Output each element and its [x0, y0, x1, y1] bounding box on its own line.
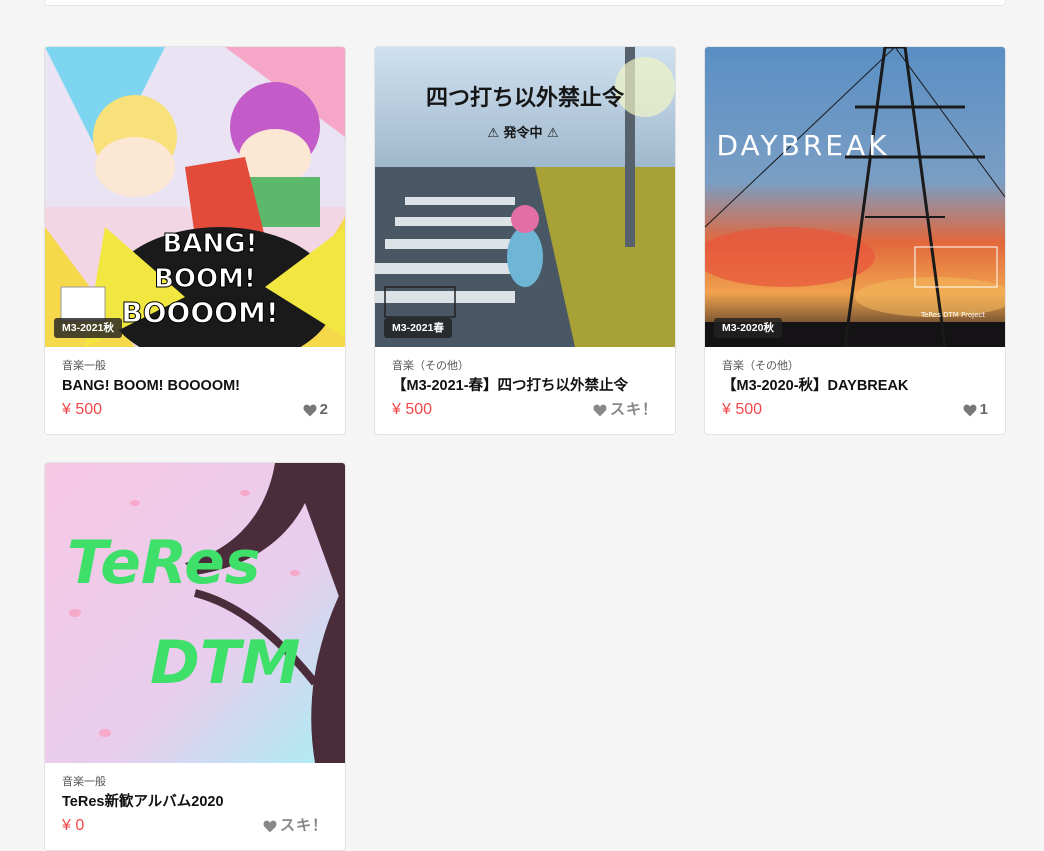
cover-subtitle-text: ⚠ 発令中 ⚠	[487, 125, 558, 141]
like-button[interactable]: 2	[303, 400, 328, 420]
product-info: 音楽一般 TeRes新歓アルバム2020 ¥ 0 スキ！	[45, 763, 345, 850]
cover-credit-text: TeRes DTM Project	[920, 311, 985, 319]
previous-card-edge	[44, 0, 1006, 6]
product-card[interactable]: TeRes DTM 音楽一般 TeRes新歓アルバム2020 ¥ 0 スキ！	[44, 462, 346, 851]
product-thumbnail[interactable]: 四つ打ち以外禁止令 ⚠ 発令中 ⚠ M3-2021春	[375, 47, 675, 347]
event-badge: M3-2020秋	[714, 318, 782, 338]
product-thumbnail[interactable]: BANG! BOOM! BOOOOM! M3-2021秋	[45, 47, 345, 347]
cover-title-text: DAYBREAK	[716, 129, 889, 162]
product-category: 音楽一般	[62, 360, 106, 372]
product-category: 音楽（その他）	[392, 360, 469, 372]
heart-icon	[963, 404, 977, 416]
product-thumbnail[interactable]: DAYBREAK TeRes DTM Project M3-2020秋	[705, 47, 1005, 347]
product-info: 音楽（その他） 【M3-2021-春】四つ打ち以外禁止令 ¥ 500 スキ！	[375, 347, 675, 434]
product-info: 音楽一般 BANG! BOOM! BOOOOM! ¥ 500 2	[45, 347, 345, 434]
product-price: ¥ 500	[722, 401, 763, 418]
heart-icon	[263, 820, 277, 832]
cover-text-boom: BOOM!	[154, 264, 256, 294]
heart-icon	[303, 404, 317, 416]
cover-text-teres: TeRes	[67, 528, 261, 598]
product-title[interactable]: 【M3-2020-秋】DAYBREAK	[722, 376, 988, 396]
product-price: ¥ 500	[62, 401, 103, 418]
heart-icon	[593, 404, 607, 416]
like-label: スキ！	[609, 401, 658, 418]
like-label: スキ！	[279, 817, 328, 834]
cover-art-daybreak: DAYBREAK TeRes DTM Project	[705, 47, 1005, 347]
product-thumbnail[interactable]: TeRes DTM	[45, 463, 345, 763]
product-card[interactable]: 四つ打ち以外禁止令 ⚠ 発令中 ⚠ M3-2021春 音楽（その他） 【M3-2…	[374, 46, 676, 435]
like-count: 1	[979, 401, 988, 418]
like-count: 2	[319, 401, 328, 418]
cover-art-teres-dtm: TeRes DTM	[45, 463, 345, 763]
product-price: ¥ 500	[392, 401, 433, 418]
product-info: 音楽（その他） 【M3-2020-秋】DAYBREAK ¥ 500 1	[705, 347, 1005, 434]
cover-art-bang-boom: BANG! BOOM! BOOOOM!	[45, 47, 345, 347]
product-price: ¥ 0	[62, 817, 85, 834]
event-badge: M3-2021秋	[54, 318, 122, 338]
cover-title-text: 四つ打ち以外禁止令	[426, 85, 625, 111]
cover-text-booooom: BOOOOM!	[121, 296, 278, 329]
event-badge: M3-2021春	[384, 318, 452, 338]
product-category: 音楽一般	[62, 776, 106, 788]
cover-text-bang: BANG!	[163, 229, 258, 259]
like-button[interactable]: スキ！	[263, 816, 328, 836]
product-category: 音楽（その他）	[722, 360, 799, 372]
product-card[interactable]: BANG! BOOM! BOOOOM! M3-2021秋 音楽一般 BANG! …	[44, 46, 346, 435]
product-title[interactable]: TeRes新歓アルバム2020	[62, 792, 328, 812]
product-card[interactable]: DAYBREAK TeRes DTM Project M3-2020秋 音楽（そ…	[704, 46, 1006, 435]
product-title[interactable]: 【M3-2021-春】四つ打ち以外禁止令	[392, 376, 658, 396]
cover-text-dtm: DTM	[150, 628, 300, 698]
cover-art-yottsu: 四つ打ち以外禁止令 ⚠ 発令中 ⚠	[375, 47, 675, 347]
product-title[interactable]: BANG! BOOM! BOOOOM!	[62, 376, 328, 396]
like-button[interactable]: スキ！	[593, 400, 658, 420]
like-button[interactable]: 1	[963, 400, 988, 420]
